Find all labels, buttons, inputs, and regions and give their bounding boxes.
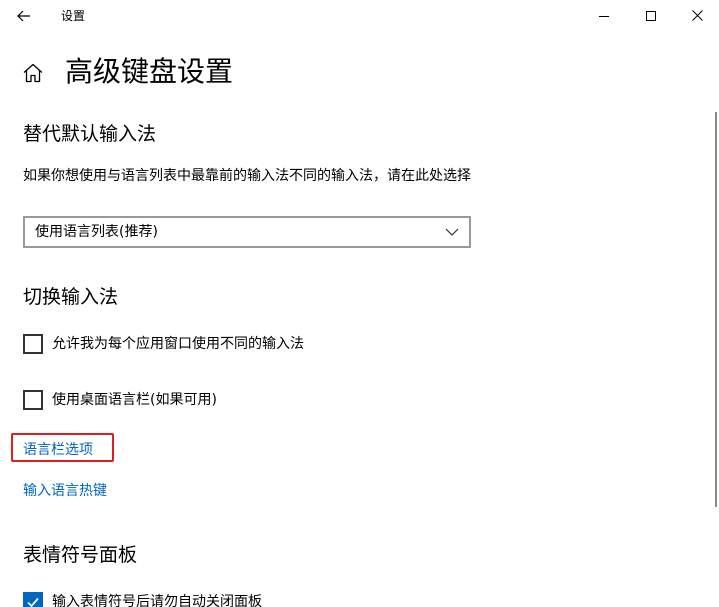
maximize-button[interactable]: [628, 0, 674, 31]
minimize-button[interactable]: [581, 0, 627, 31]
section-title-emoji-panel: 表情符号面板: [23, 544, 138, 566]
home-button[interactable]: [21, 61, 45, 85]
vertical-scrollbar[interactable]: [715, 112, 717, 507]
checkbox-emoji-keep-open[interactable]: 输入表情符号后请勿自动关闭面板: [23, 591, 262, 607]
section-title-override-input: 替代默认输入法: [23, 123, 157, 145]
checkbox-per-app-input[interactable]: 允许我为每个应用窗口使用不同的输入法: [23, 333, 304, 355]
minimize-icon: [599, 15, 609, 17]
checkbox-label: 允许我为每个应用窗口使用不同的输入法: [52, 336, 304, 352]
link-input-language-hotkeys[interactable]: 输入语言热键: [23, 481, 107, 501]
checkbox-box-checked[interactable]: [23, 592, 43, 607]
input-method-select[interactable]: 使用语言列表(推荐): [23, 216, 471, 248]
settings-window: 设置 高级键盘设置 替代默认输入法 如果你想使用与语言列表中最靠前的输入法不同的…: [0, 0, 719, 607]
link-language-bar-options[interactable]: 语言栏选项: [23, 440, 93, 460]
override-description: 如果你想使用与语言列表中最靠前的输入法不同的输入法，请在此处选择: [23, 168, 471, 184]
checkbox-box[interactable]: [23, 390, 43, 410]
checkmark-icon: [27, 597, 39, 607]
checkbox-box[interactable]: [23, 334, 43, 354]
close-icon: [691, 10, 703, 21]
title-bar: 设置: [0, 0, 719, 32]
close-button[interactable]: [674, 0, 719, 31]
back-arrow-icon: [17, 10, 30, 22]
checkbox-label: 使用桌面语言栏(如果可用): [52, 392, 217, 408]
chevron-down-icon: [445, 228, 459, 236]
app-title: 设置: [61, 9, 86, 23]
section-title-switch-input: 切换输入法: [23, 286, 119, 308]
checkbox-desktop-language-bar[interactable]: 使用桌面语言栏(如果可用): [23, 389, 217, 411]
back-button[interactable]: [10, 3, 38, 29]
page-title: 高级键盘设置: [65, 55, 234, 88]
home-icon: [23, 63, 43, 83]
maximize-icon: [646, 10, 656, 21]
checkbox-label: 输入表情符号后请勿自动关闭面板: [52, 594, 262, 607]
input-method-select-value: 使用语言列表(推荐): [35, 224, 158, 240]
